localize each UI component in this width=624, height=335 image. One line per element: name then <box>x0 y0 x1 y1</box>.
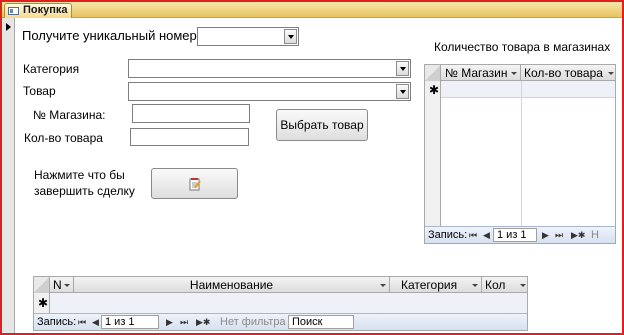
column-header-quantity[interactable]: Кол-во товара <box>521 65 617 81</box>
new-record-row[interactable] <box>441 81 615 98</box>
dropdown-arrow-icon[interactable] <box>396 61 409 76</box>
document-tab-strip <box>2 2 622 18</box>
column-dropdown-icon[interactable] <box>64 284 70 287</box>
quantity-field[interactable] <box>130 128 249 146</box>
records-label: Запись: <box>37 316 77 328</box>
column-header-name[interactable]: Наименование <box>74 277 390 293</box>
first-record-icon[interactable]: ⏮ <box>469 227 477 243</box>
dropdown-arrow-icon[interactable] <box>284 29 297 44</box>
previous-record-icon[interactable]: ◀ <box>92 314 99 330</box>
column-divider <box>521 81 522 226</box>
current-record-field[interactable]: 1 из 1 <box>493 228 537 242</box>
record-selector[interactable] <box>2 18 15 333</box>
quantity-label: Кол-во товара <box>24 131 103 145</box>
dropdown-arrow-icon[interactable] <box>396 84 409 99</box>
column-dropdown-icon[interactable] <box>380 284 386 287</box>
filter-indicator[interactable]: Н <box>591 227 599 243</box>
stock-grid-title: Количество товара в магазинах <box>434 40 611 54</box>
next-record-icon[interactable]: ▶ <box>166 314 173 330</box>
product-combo[interactable] <box>128 82 411 101</box>
first-record-icon[interactable]: ⏮ <box>78 314 86 330</box>
last-record-icon[interactable]: ⏭ <box>555 227 563 243</box>
notepad-edit-icon <box>189 177 201 190</box>
store-number-field[interactable] <box>132 104 250 123</box>
category-combo[interactable] <box>128 59 411 78</box>
current-record-arrow-icon <box>6 23 11 31</box>
unique-number-label: Получите уникальный номер > <box>22 28 208 43</box>
product-label: Товар <box>23 84 56 98</box>
column-label: Кол <box>485 278 506 292</box>
select-product-button[interactable]: Выбрать товар <box>276 109 368 141</box>
unique-number-combo[interactable] <box>197 27 299 46</box>
form-icon <box>8 7 19 15</box>
records-label: Запись: <box>428 229 468 241</box>
category-label: Категория <box>23 62 80 76</box>
column-dropdown-icon[interactable] <box>472 284 478 287</box>
column-label: Категория <box>401 278 458 292</box>
last-record-icon[interactable]: ⏭ <box>180 314 188 330</box>
previous-record-icon[interactable]: ◀ <box>483 227 490 243</box>
column-label: № Магазин <box>445 66 508 80</box>
column-header-store-number[interactable]: № Магазин <box>441 65 521 81</box>
new-record-nav-icon[interactable]: ▶✱ <box>571 227 585 243</box>
column-dropdown-icon[interactable] <box>511 72 517 75</box>
tab-purchase[interactable]: Покупка <box>4 3 72 18</box>
stock-grid-header: № Магазин Кол-во товара <box>425 65 615 81</box>
column-dropdown-icon[interactable] <box>520 284 526 287</box>
finish-prompt-line2: завершить сделку <box>34 184 135 198</box>
new-record-row[interactable] <box>50 293 527 314</box>
select-all-corner[interactable] <box>34 277 50 293</box>
select-all-corner[interactable] <box>425 65 441 81</box>
new-record-icon: ✱ <box>38 296 49 310</box>
column-label: N <box>53 278 62 292</box>
next-record-icon[interactable]: ▶ <box>542 227 549 243</box>
new-record-nav-icon[interactable]: ▶✱ <box>196 314 210 330</box>
tab-title: Покупка <box>23 4 68 16</box>
current-record-field[interactable]: 1 из 1 <box>101 315 159 329</box>
order-grid-header: N Наименование Категория Кол <box>34 277 527 293</box>
row-selector-column[interactable]: ✱ <box>425 81 441 226</box>
column-label: Кол-во товара <box>524 66 603 80</box>
column-dropdown-icon[interactable] <box>608 72 614 75</box>
search-field[interactable]: Поиск <box>288 315 354 329</box>
filter-indicator[interactable]: Нет фильтра <box>220 314 286 330</box>
column-header-n[interactable]: N <box>50 277 74 293</box>
finish-prompt: Нажмите что бы завершить сделку <box>34 167 135 199</box>
order-record-navigator: Запись: ⏮ ◀ 1 из 1 ▶ ⏭ ▶✱ Нет фильтра По… <box>34 313 527 330</box>
column-label: Наименование <box>189 278 274 292</box>
order-datasheet[interactable]: N Наименование Категория Кол ✱ Запись: ⏮… <box>33 276 528 331</box>
finish-prompt-line1: Нажмите что бы <box>34 168 125 182</box>
new-record-icon: ✱ <box>429 83 440 97</box>
stock-datasheet[interactable]: № Магазин Кол-во товара ✱ Запись: ⏮ ◀ 1 … <box>424 64 616 244</box>
column-header-quantity[interactable]: Кол <box>482 277 529 293</box>
stock-record-navigator: Запись: ⏮ ◀ 1 из 1 ▶ ⏭ ▶✱ Н <box>425 226 615 243</box>
finish-deal-button[interactable] <box>151 168 238 199</box>
column-header-category[interactable]: Категория <box>390 277 482 293</box>
row-selector-column[interactable]: ✱ <box>34 293 50 314</box>
store-number-label: № Магазина: <box>33 108 106 122</box>
